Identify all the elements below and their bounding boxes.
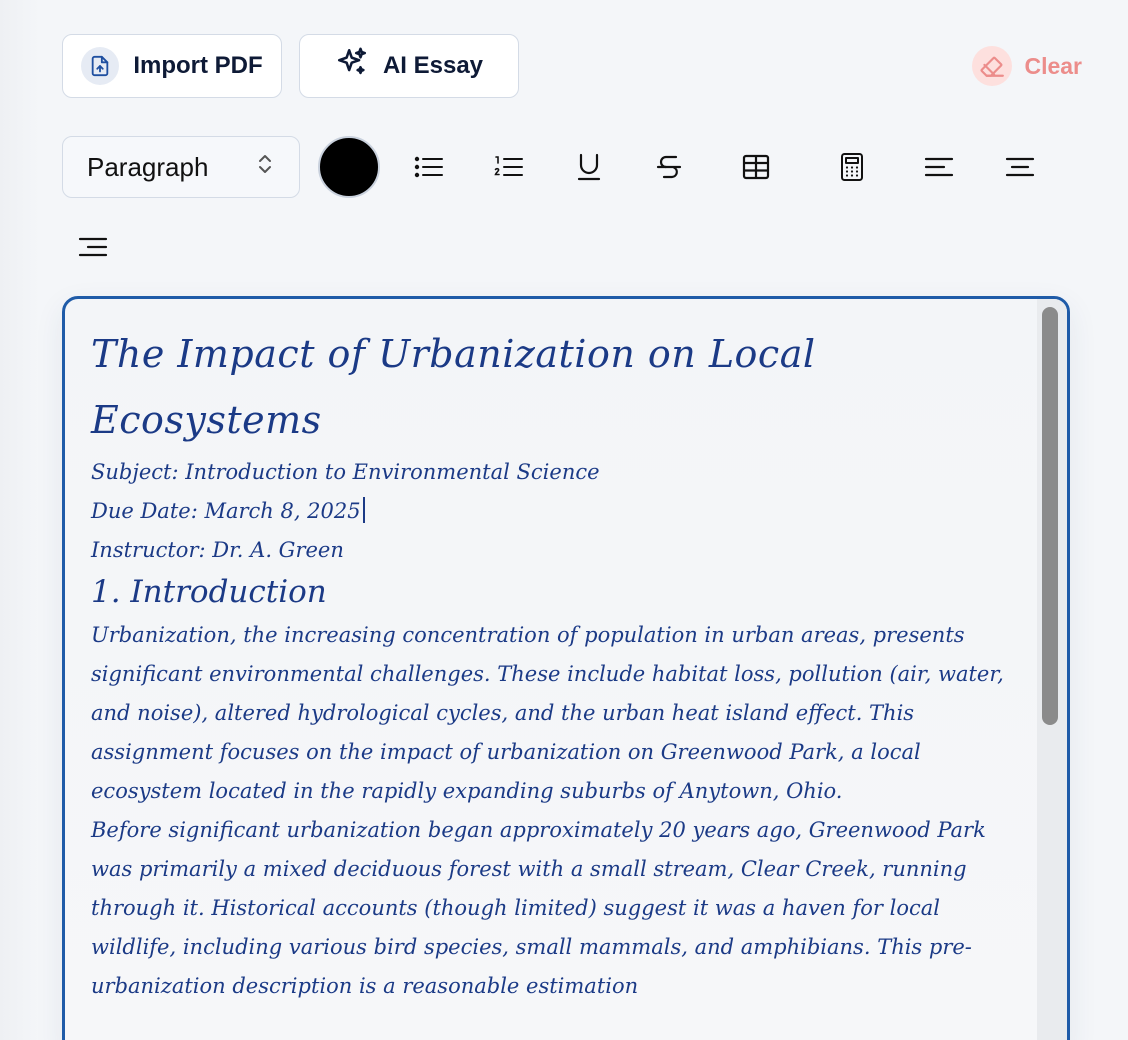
ai-essay-label: AI Essay bbox=[382, 52, 484, 79]
numbered-list-icon[interactable] bbox=[487, 145, 531, 189]
eraser-icon bbox=[972, 46, 1013, 86]
import-pdf-label: Import PDF bbox=[133, 52, 263, 79]
clear-label: Clear bbox=[1024, 52, 1082, 79]
align-left-icon[interactable] bbox=[917, 145, 961, 189]
text-color-picker[interactable] bbox=[318, 136, 380, 198]
ai-essay-button[interactable]: AI Essay bbox=[299, 34, 519, 98]
file-upload-icon bbox=[81, 47, 120, 85]
align-center-icon[interactable] bbox=[998, 145, 1042, 189]
due-date-line: Due Date: March 8, 2025 bbox=[91, 492, 1011, 531]
calculator-icon[interactable] bbox=[830, 145, 874, 189]
text-cursor bbox=[362, 497, 365, 523]
top-action-bar: Import PDF AI Essay Clear bbox=[62, 34, 1082, 100]
left-panel-edge bbox=[0, 0, 40, 1040]
due-date-text: Due Date: March 8, 2025 bbox=[91, 499, 361, 523]
instructor-line: Instructor: Dr. A. Green bbox=[91, 538, 344, 562]
table-icon[interactable] bbox=[734, 145, 778, 189]
bullet-list-icon[interactable] bbox=[407, 145, 451, 189]
sparkles-icon bbox=[335, 46, 369, 87]
strikethrough-icon[interactable] bbox=[647, 145, 691, 189]
paragraph: Urbanization, the increasing concentrati… bbox=[91, 623, 1004, 803]
block-style-value: Paragraph bbox=[87, 151, 209, 182]
import-pdf-button[interactable]: Import PDF bbox=[62, 34, 282, 98]
section-heading: 1. Introduction bbox=[91, 574, 327, 610]
block-style-select[interactable]: Paragraph bbox=[62, 136, 300, 198]
essay-title: The Impact of Urbanization on Local Ecos… bbox=[91, 332, 816, 442]
formatting-toolbar: Paragraph bbox=[62, 136, 1072, 276]
clear-button[interactable]: Clear bbox=[972, 46, 1082, 86]
editor-scrollbar-thumb[interactable] bbox=[1042, 307, 1058, 725]
paragraph: Before significant urbanization began ap… bbox=[91, 818, 986, 998]
editor-content[interactable]: The Impact of Urbanization on Local Ecos… bbox=[91, 321, 1011, 1006]
essay-editor[interactable]: The Impact of Urbanization on Local Ecos… bbox=[62, 296, 1070, 1040]
subject-line: Subject: Introduction to Environmental S… bbox=[91, 460, 600, 484]
underline-icon[interactable] bbox=[567, 145, 611, 189]
chevron-up-down-icon bbox=[257, 152, 273, 183]
align-right-icon[interactable] bbox=[71, 225, 115, 269]
